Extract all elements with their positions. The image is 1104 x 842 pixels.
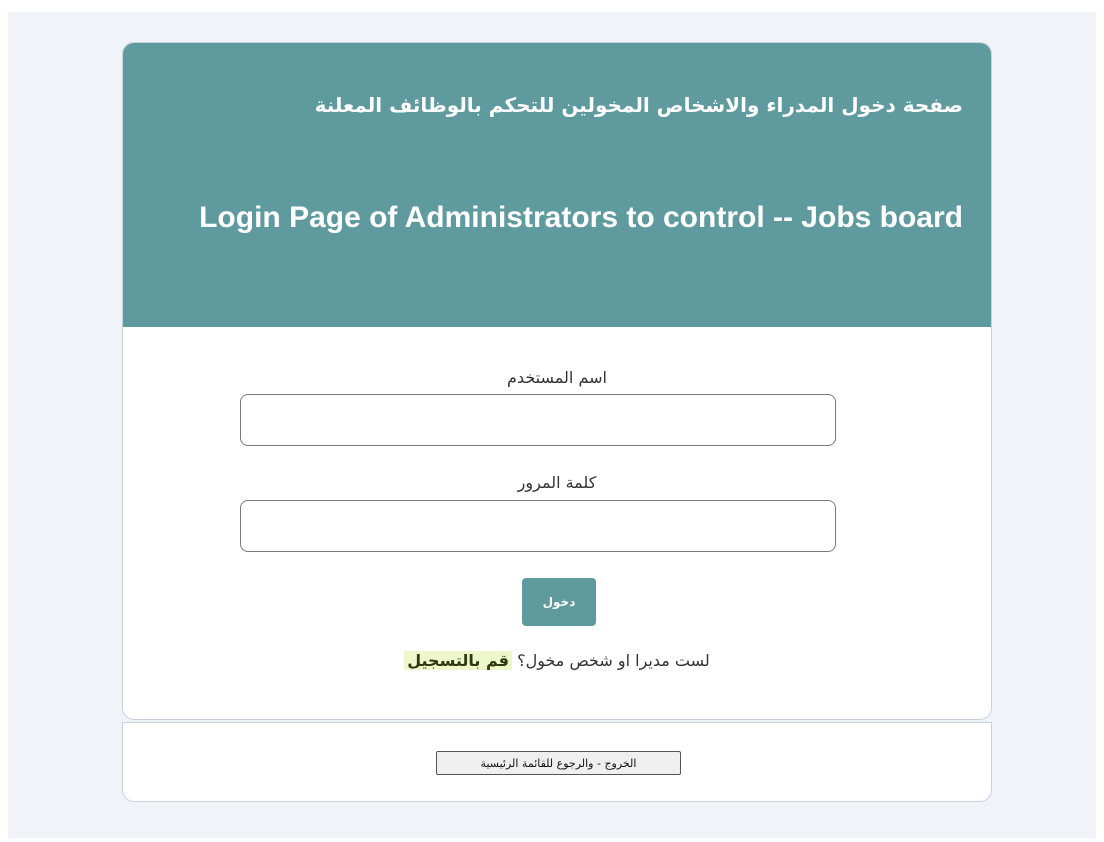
username-label: اسم المستخدم: [507, 368, 607, 387]
footer-panel: الخروج - والرجوع للقائمة الرئيسية: [122, 722, 992, 802]
page-title-english: Login Page of Administrators to control …: [199, 201, 963, 234]
card-header: صفحة دخول المدراء والاشخاص المخولين للتح…: [123, 43, 991, 327]
register-link[interactable]: قم بالتسجيل: [404, 651, 512, 670]
username-input[interactable]: [240, 394, 836, 446]
register-prompt-line: لست مديرا او شخص مخول؟ قم بالتسجيل: [123, 651, 991, 670]
page-title-arabic: صفحة دخول المدراء والاشخاص المخولين للتح…: [314, 93, 963, 117]
login-card: صفحة دخول المدراء والاشخاص المخولين للتح…: [122, 42, 992, 720]
password-label: كلمة المرور: [517, 473, 597, 492]
login-button[interactable]: دخول: [522, 578, 596, 626]
exit-to-main-menu-button[interactable]: الخروج - والرجوع للقائمة الرئيسية: [436, 751, 681, 775]
register-prompt-text: لست مديرا او شخص مخول؟: [512, 651, 710, 670]
password-input[interactable]: [240, 500, 836, 552]
